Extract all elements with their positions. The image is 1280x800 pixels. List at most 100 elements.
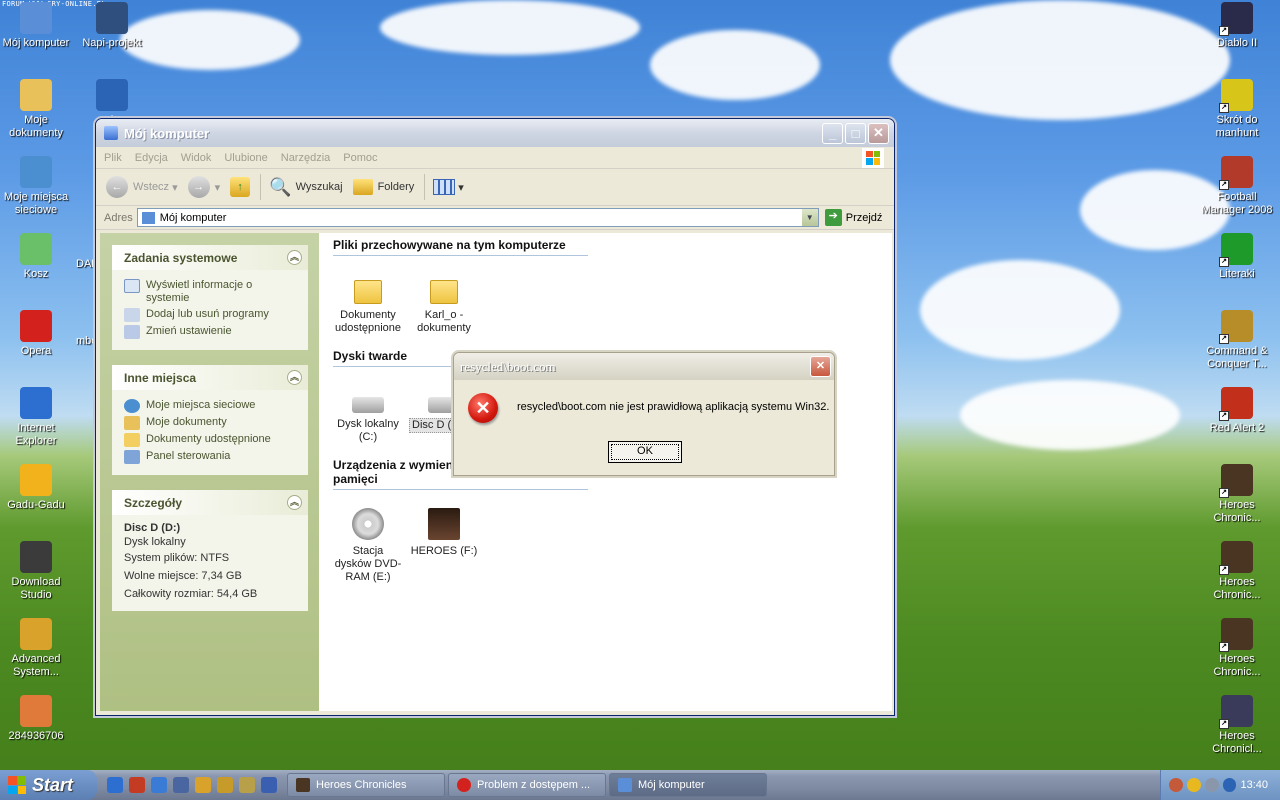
folder-icon [354,280,382,304]
explorer-icon[interactable] [151,777,167,793]
chevron-down-icon[interactable]: ▼ [801,209,818,226]
tray-shield-icon[interactable] [1186,778,1201,792]
task-view-system-info[interactable]: Wyświetl informacje o systemie [124,279,296,305]
menu-help[interactable]: Pomoc [343,152,377,164]
go-button[interactable]: ➔ Przejdź [824,209,882,226]
place-my-documents[interactable]: Moje dokumenty [124,416,296,430]
save-icon[interactable] [173,777,189,793]
desktop-icon[interactable]: Opera [0,310,74,358]
ok-button[interactable]: OK [608,441,682,463]
place-control-panel[interactable]: Panel sterowania [124,450,296,464]
detail-type: Dysk lokalny [124,536,186,548]
desktop-icon[interactable]: ↗ Red Alert 2 [1199,387,1275,435]
desktop-icon[interactable]: ↗ Heroes Chronic... [1199,618,1275,679]
app-icon [96,79,128,111]
desktop-icon-label: Heroes Chronic... [1213,653,1261,678]
task-change-setting[interactable]: Zmień ustawienie [124,325,296,339]
address-field[interactable]: Mój komputer ▼ [136,208,819,227]
task-my-computer[interactable]: Mój komputer [609,773,767,797]
tool-icon[interactable] [239,777,255,793]
desktop-icon[interactable]: 284936706 [0,695,74,743]
desktop-icon[interactable]: ↗ Skrót do manhunt [1199,79,1275,140]
folder-icon [352,179,373,195]
desktop-icon[interactable]: ↗ Heroes Chronicl... [1199,695,1275,756]
task-heroes-chronicles[interactable]: Heroes Chronicles [287,773,445,797]
desktop-icon[interactable]: Moje dokumenty [0,79,74,140]
helmet-icon[interactable] [217,777,233,793]
menu-file[interactable]: Plik [104,152,122,164]
shield-icon[interactable] [195,777,211,793]
folders-button[interactable]: Foldery [352,179,414,195]
menu-favorites[interactable]: Ulubione [224,152,267,164]
place-shared-documents[interactable]: Dokumenty udostępnione [124,433,296,447]
details-panel: Szczegóły ︽ Disc D (D:) Dysk lokalny Syst… [112,490,308,611]
app-icon[interactable] [129,777,145,793]
section-stored-files: Pliki przechowywane na tym komputerze [333,238,588,256]
desktop-icon[interactable]: ↗ Command & Conquer T... [1199,310,1275,371]
task-problem-browser[interactable]: Problem z dostępem ... [448,773,606,797]
close-button[interactable]: ✕ [868,122,889,144]
window-titlebar[interactable]: Mój komputer _ □ ✕ [96,119,894,147]
up-button[interactable]: ↑ [230,177,251,197]
desktop-icon[interactable]: Moje miejsca sieciowe [0,156,74,217]
desktop-icon[interactable]: Napi-projekt [74,2,150,50]
item-drive-c[interactable]: Dysk lokalny (C:) [333,379,403,444]
app-icon: ↗ [1219,541,1253,575]
app-icon[interactable] [261,777,277,793]
ie-icon[interactable] [107,777,123,793]
address-bar: Adres Mój komputer ▼ ➔ Przejdź [96,206,894,230]
minimize-button[interactable]: _ [822,122,843,144]
item-shared-documents[interactable]: Dokumenty udostępnione [333,268,403,335]
folder-icon [430,280,458,304]
other-places-header[interactable]: Inne miejsca ︽ [112,365,308,390]
maximize-button[interactable]: □ [845,122,866,144]
tray-app-icon[interactable] [1222,778,1237,792]
app-icon [20,79,52,111]
system-tray: 13:40 [1160,770,1280,800]
item-dvd-drive[interactable]: Stacja dysków DVD-RAM (E:) [333,502,403,584]
desktop-icon-label: Moje miejsca sieciowe [3,191,69,216]
documents-icon [124,416,140,430]
desktop-icon[interactable]: ↗ Heroes Chronic... [1199,541,1275,602]
desktop-icon-label: Heroes Chronic... [1213,576,1261,601]
forward-button[interactable]: → ▾ [187,176,220,198]
details-header[interactable]: Szczegóły ︽ [112,490,308,515]
forward-arrow-icon: → [187,176,210,198]
tray-arrow-icon[interactable] [1169,778,1183,792]
collapse-icon[interactable]: ︽ [287,370,302,385]
start-button[interactable]: Start [0,770,97,800]
error-dialog: resycled\boot.com ✕ ✕ resycled\boot.com … [453,352,835,476]
detail-filesystem: System plików: NTFS [124,552,230,564]
menu-edit[interactable]: Edycja [135,152,168,164]
back-button[interactable]: ← Wstecz ▾ [106,176,178,198]
place-network[interactable]: Moje miejsca sieciowe [124,399,296,413]
collapse-icon[interactable]: ︽ [287,495,302,510]
desktop-icon[interactable]: Download Studio [0,541,74,602]
item-karl-documents[interactable]: Karl_o - dokumenty [409,268,479,335]
dialog-close-button[interactable]: ✕ [810,356,831,377]
desktop-icon[interactable]: ↗ Diablo II [1199,2,1275,50]
search-button[interactable]: 🔍 Wyszukaj [269,177,342,198]
desktop-icon[interactable]: Mój komputer [0,2,74,50]
app-icon: ↗ [1219,310,1253,344]
desktop-icon[interactable]: Advanced System... [0,618,74,679]
menu-tools[interactable]: Narzędzia [281,152,331,164]
detail-name: Disc D (D:) [124,522,181,534]
views-button[interactable]: ▾ [433,179,464,195]
desktop-icon[interactable]: Internet Explorer [0,387,74,448]
desktop-icon[interactable]: Kosz [0,233,74,281]
collapse-icon[interactable]: ︽ [287,250,302,265]
desktop-icon[interactable]: ↗ Literaki [1199,233,1275,281]
clock: 13:40 [1240,779,1268,791]
system-tasks-header[interactable]: Zadania systemowe ︽ [112,245,308,270]
computer-icon [618,778,632,792]
desktop-icon[interactable]: Gadu-Gadu [0,464,74,512]
menu-view[interactable]: Widok [181,152,212,164]
task-add-remove-programs[interactable]: Dodaj lub usuń programy [124,308,296,322]
item-heroes-drive[interactable]: HEROES (F:) [409,502,479,584]
network-icon [124,399,140,413]
tray-app-icon[interactable] [1204,778,1219,792]
dialog-titlebar[interactable]: resycled\boot.com ✕ [454,353,834,380]
desktop-icon[interactable]: ↗ Football Manager 2008 [1199,156,1275,217]
desktop-icon[interactable]: ↗ Heroes Chronic... [1199,464,1275,525]
